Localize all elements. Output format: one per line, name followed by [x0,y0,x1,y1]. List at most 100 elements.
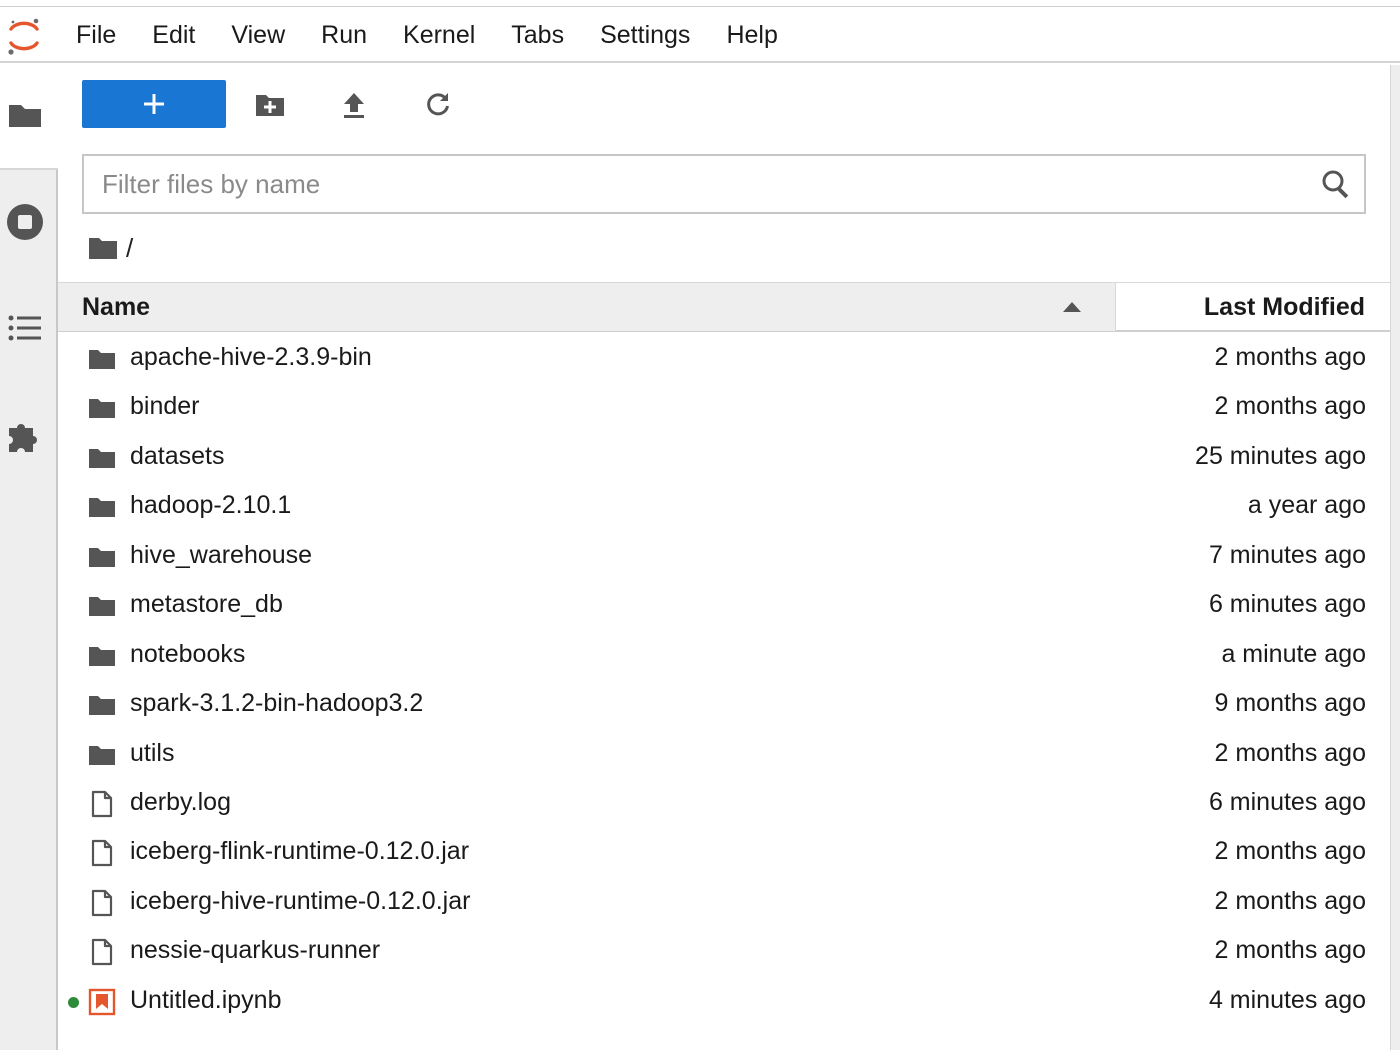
refresh-button[interactable] [418,86,458,124]
folder-icon [89,547,115,567]
upload-button[interactable] [334,86,374,124]
plus-icon [144,94,164,114]
file-browser-tab[interactable] [5,95,45,135]
extension-manager-tab[interactable] [5,415,45,455]
left-activity-bar [0,65,58,1050]
new-folder-button[interactable] [250,86,290,124]
listing-header: Name Last Modified [58,282,1390,332]
file-type-icon [88,592,116,620]
search-icon[interactable] [1320,168,1352,200]
file-name: utils [130,738,175,767]
file-modified: 25 minutes ago [1195,441,1366,470]
menu-view[interactable]: View [213,7,303,63]
file-type-icon [88,444,116,472]
file-name: Untitled.ipynb [130,985,282,1014]
file-modified: a year ago [1247,491,1366,520]
refresh-icon [427,93,449,116]
modified-column-header[interactable]: Last Modified [1117,283,1389,331]
list-icon [8,315,41,341]
file-name: iceberg-hive-runtime-0.12.0.jar [130,886,471,915]
file-name: datasets [130,441,225,470]
file-name: iceberg-flink-runtime-0.12.0.jar [130,837,470,866]
breadcrumb: / [88,232,133,264]
file-listing: apache-hive-2.3.9-bin 2 months ago binder 2… [58,334,1390,1026]
file-type-icon [88,394,116,422]
table-of-contents-tab[interactable] [5,308,45,348]
folder-icon [89,498,115,518]
folder-icon [9,105,41,127]
new-launcher-button[interactable] [82,80,226,128]
file-row[interactable]: spark-3.1.2-bin-hadoop3.2 9 months ago [58,680,1390,729]
file-row[interactable]: hive_warehouse 7 minutes ago [58,532,1390,581]
file-modified: 9 months ago [1214,689,1367,718]
file-row[interactable]: iceberg-hive-runtime-0.12.0.jar 2 months … [58,878,1390,927]
file-name: notebooks [130,639,246,668]
new-folder-icon [256,95,284,116]
file-row[interactable]: nessie-quarkus-runner 2 months ago [58,927,1390,976]
activity-separator [0,168,58,170]
filter-input[interactable] [84,156,1304,212]
file-type-icon [88,543,116,571]
file-row[interactable]: hadoop-2.10.1 a year ago [58,482,1390,531]
file-name: hive_warehouse [130,540,313,569]
menu-settings[interactable]: Settings [582,7,708,63]
file-icon [91,790,113,818]
file-row[interactable]: iceberg-flink-runtime-0.12.0.jar 2 months… [58,828,1390,877]
running-sessions-tab[interactable] [5,202,45,242]
file-type-icon [88,790,116,818]
folder-icon [89,350,115,369]
file-row[interactable]: notebooks a minute ago [58,631,1390,680]
file-row[interactable]: utils 2 months ago [58,730,1390,779]
file-name: hadoop-2.10.1 [130,491,292,520]
file-type-icon [88,938,116,966]
running-indicator [68,996,79,1008]
breadcrumb-root[interactable]: / [126,233,133,264]
file-type-icon [88,345,116,373]
folder-icon [89,646,115,666]
menu-edit[interactable]: Edit [134,7,213,63]
scroll-track[interactable] [1390,65,1400,1050]
file-filter [82,154,1366,214]
menu-bar: File Edit View Run Kernel Tabs Settings Help [0,7,1400,63]
modified-column-label: Last Modified [1203,293,1365,321]
file-type-icon [88,493,116,521]
file-name: metastore_db [130,590,283,619]
file-row[interactable]: binder 2 months ago [58,383,1390,432]
file-modified: 2 months ago [1214,886,1367,915]
puzzle-icon [9,424,37,452]
file-name: nessie-quarkus-runner [130,936,381,965]
stop-circle-icon [7,204,43,240]
menu-file[interactable]: File [58,7,134,63]
file-modified: 2 months ago [1214,343,1367,371]
menu-kernel[interactable]: Kernel [385,7,493,63]
file-icon [91,889,113,916]
file-row[interactable]: derby.log 6 minutes ago [58,779,1390,828]
folder-icon [89,399,115,419]
file-row[interactable]: metastore_db 6 minutes ago [58,581,1390,630]
folder-icon [89,597,115,617]
file-row[interactable]: Untitled.ipynb 4 minutes ago [58,977,1390,1026]
file-row[interactable]: apache-hive-2.3.9-bin 2 months ago [58,334,1390,383]
file-type-icon [88,691,116,719]
file-icon [91,840,113,867]
file-name: binder [130,392,200,421]
file-name: spark-3.1.2-bin-hadoop3.2 [130,689,424,718]
file-row[interactable]: datasets 25 minutes ago [58,433,1390,482]
file-modified: 2 months ago [1214,392,1367,421]
file-modified: 4 minutes ago [1208,985,1366,1014]
name-column-header[interactable]: Name [58,283,1116,331]
folder-icon [89,696,115,716]
folder-icon [89,745,115,765]
file-type-icon [88,839,116,867]
name-column-label: Name [82,293,151,321]
home-folder-icon[interactable] [88,235,118,261]
file-icon [91,939,113,966]
file-name: apache-hive-2.3.9-bin [130,343,372,371]
menu-tabs[interactable]: Tabs [493,7,582,63]
menu-run[interactable]: Run [303,7,385,63]
menu-help[interactable]: Help [708,7,795,63]
file-type-icon [88,889,116,917]
file-modified: 2 months ago [1214,837,1367,866]
sort-ascending-icon [1063,302,1081,312]
menu-items: File Edit View Run Kernel Tabs Settings Help [58,7,796,63]
